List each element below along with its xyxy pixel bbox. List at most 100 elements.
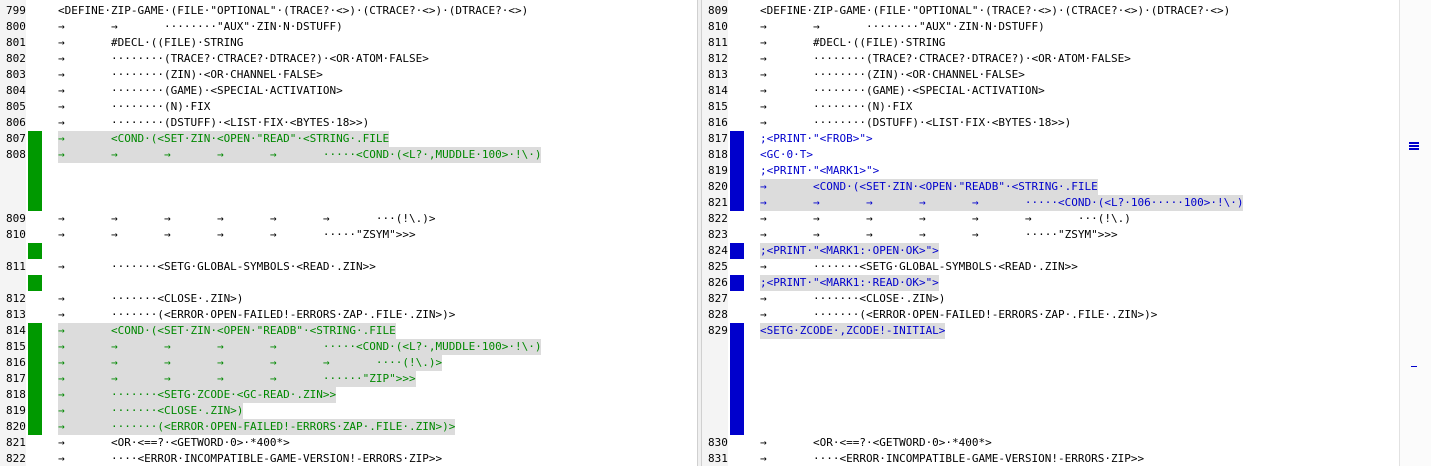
code-text[interactable]: → ········(TRACE?·CTRACE?·DTRACE?)·<OR·A… (760, 51, 1131, 67)
code-text[interactable]: → → → → → ·····"ZSYM">>> (760, 227, 1118, 243)
code-text[interactable]: ;<PRINT·"<FROB>"> (760, 131, 873, 147)
right-code-line[interactable]: 820 → <COND·(<SET·ZIN·<OPEN·"READB"·<STRI… (702, 179, 1399, 195)
code-text[interactable]: → ·······<CLOSE·.ZIN>) (58, 291, 243, 307)
left-code-line[interactable]: 804 → ········(GAME)·<SPECIAL·ACTIVATION> (0, 83, 697, 99)
code-text[interactable]: → ·······(<ERROR·OPEN-FAILED!-ERRORS·ZAP… (760, 307, 1157, 323)
code-text[interactable]: → ·······(<ERROR·OPEN-FAILED!-ERRORS·ZAP… (58, 419, 456, 435)
code-text[interactable]: → ·······(<ERROR·OPEN-FAILED!-ERRORS·ZAP… (58, 307, 455, 323)
code-text[interactable]: → ·······<SETG·ZCODE·<GC-READ·.ZIN>> (58, 387, 337, 403)
code-text[interactable]: → <OR·<==?·<GETWORD·0>·*400*> (760, 435, 992, 451)
right-code-line[interactable]: 823 → → → → → ·····"ZSYM">>> (702, 227, 1399, 243)
code-text[interactable]: → → ········"AUX"·ZIN·N·DSTUFF) (760, 19, 1045, 35)
left-code-line[interactable]: 815 → → → → → ·····<COND·(<L?·,MUDDLE·100… (0, 339, 697, 355)
code-text[interactable]: → → → → → ·····"ZSYM">>> (58, 227, 416, 243)
left-code-line[interactable]: 817 → → → → → ······"ZIP">>> (0, 371, 697, 387)
code-text[interactable]: ;<PRINT·"<MARK1:·READ·OK>"> (760, 275, 939, 291)
right-code-line[interactable]: 816 → ········(DSTUFF)·<LIST·FIX·<BYTES·1… (702, 115, 1399, 131)
left-code-line[interactable]: 822 → ····<ERROR·INCOMPATIBLE-GAME-VERSIO… (0, 451, 697, 466)
right-code-line[interactable]: 830 → <OR·<==?·<GETWORD·0>·*400*> (702, 435, 1399, 451)
right-code-line[interactable]: 814 → ········(GAME)·<SPECIAL·ACTIVATION> (702, 83, 1399, 99)
right-code-line[interactable]: 811 → #DECL·((FILE)·STRING (702, 35, 1399, 51)
code-text[interactable]: → <COND·(<SET·ZIN·<OPEN·"READB"·<STRING·… (760, 179, 1098, 195)
code-text[interactable]: → → → → → ·····<COND·(<L?·106·····100>·!… (760, 195, 1244, 211)
code-text[interactable]: → ·······<CLOSE·.ZIN>) (58, 403, 244, 419)
right-code-line[interactable]: 813 → ········(ZIN)·<OR·CHANNEL·FALSE> (702, 67, 1399, 83)
right-code-line[interactable]: 828 → ·······(<ERROR·OPEN-FAILED!-ERRORS·… (702, 307, 1399, 323)
right-code-line[interactable]: 809 <DEFINE·ZIP-GAME·(FILE·"OPTIONAL"·(TR… (702, 3, 1399, 19)
code-text[interactable]: → → → → → → ···(!\.) (760, 211, 1131, 227)
left-code-line[interactable]: 811 → ·······<SETG·GLOBAL-SYMBOLS·<READ·.… (0, 259, 697, 275)
left-code-line[interactable]: 803 → ········(ZIN)·<OR·CHANNEL·FALSE> (0, 67, 697, 83)
right-code-line[interactable]: 825 → ·······<SETG·GLOBAL-SYMBOLS·<READ·.… (702, 259, 1399, 275)
code-text[interactable]: → ········(TRACE?·CTRACE?·DTRACE?)·<OR·A… (58, 51, 429, 67)
left-code-line[interactable]: 800 → → ········"AUX"·ZIN·N·DSTUFF) (0, 19, 697, 35)
left-code-line[interactable]: 818 → ·······<SETG·ZCODE·<GC-READ·.ZIN>> (0, 387, 697, 403)
code-text[interactable]: → → → → → → ····(!\.)> (58, 355, 443, 371)
right-code-line[interactable]: 831 → ····<ERROR·INCOMPATIBLE-GAME-VERSIO… (702, 451, 1399, 466)
right-code-line[interactable]: 815 → ········(N)·FIX (702, 99, 1399, 115)
right-code-line[interactable]: 812 → ········(TRACE?·CTRACE?·DTRACE?)·<O… (702, 51, 1399, 67)
left-code-line[interactable]: 809 → → → → → → ···(!\.)> (0, 211, 697, 227)
right-code-line[interactable]: 826 ;<PRINT·"<MARK1:·READ·OK>"> (702, 275, 1399, 291)
code-text[interactable]: → <COND·(<SET·ZIN·<OPEN·"READ"·<STRING·.… (58, 131, 390, 147)
code-text[interactable]: → ·······<SETG·GLOBAL-SYMBOLS·<READ·.ZIN… (58, 259, 376, 275)
code-text[interactable]: ;<PRINT·"<MARK1>"> (760, 163, 879, 179)
code-text[interactable]: → ········(GAME)·<SPECIAL·ACTIVATION> (58, 83, 343, 99)
code-text[interactable]: → → → → → → ···(!\.)> (58, 211, 436, 227)
left-code-line[interactable]: 813 → ·······(<ERROR·OPEN-FAILED!-ERRORS·… (0, 307, 697, 323)
left-code-line[interactable]: 814 → <COND·(<SET·ZIN·<OPEN·"READB"·<STRI… (0, 323, 697, 339)
left-code-line[interactable]: 806 → ········(DSTUFF)·<LIST·FIX·<BYTES·1… (0, 115, 697, 131)
code-text[interactable]: → ····<ERROR·INCOMPATIBLE-GAME-VERSION!-… (58, 451, 442, 466)
right-code-line[interactable]: 810 → → ········"AUX"·ZIN·N·DSTUFF) (702, 19, 1399, 35)
left-code-line[interactable]: 812 → ·······<CLOSE·.ZIN>) (0, 291, 697, 307)
code-text[interactable]: → ·······<SETG·GLOBAL-SYMBOLS·<READ·.ZIN… (760, 259, 1078, 275)
code-text[interactable]: → ········(N)·FIX (58, 99, 210, 115)
code-text[interactable]: → → → → → ·····<COND·(<L?·,MUDDLE·100>·!… (58, 339, 542, 355)
code-text[interactable]: → → → → → ·····<COND·(<L?·,MUDDLE·100>·!… (58, 147, 542, 163)
code-text[interactable]: → ········(ZIN)·<OR·CHANNEL·FALSE> (760, 67, 1025, 83)
code-text[interactable]: → ········(DSTUFF)·<LIST·FIX·<BYTES·18>>… (58, 115, 369, 131)
right-diff-pane[interactable]: 809 <DEFINE·ZIP-GAME·(FILE·"OPTIONAL"·(TR… (702, 0, 1399, 466)
code-text[interactable]: <DEFINE·ZIP-GAME·(FILE·"OPTIONAL"·(TRACE… (58, 3, 528, 19)
left-code-line[interactable]: 799 <DEFINE·ZIP-GAME·(FILE·"OPTIONAL"·(TR… (0, 3, 697, 19)
code-text[interactable]: <SETG·ZCODE·,ZCODE!-INITIAL> (760, 323, 946, 339)
code-text[interactable]: → ····<ERROR·INCOMPATIBLE-GAME-VERSION!-… (760, 451, 1144, 466)
code-text[interactable]: → <COND·(<SET·ZIN·<OPEN·"READB"·<STRING·… (58, 323, 396, 339)
overview-change-marker[interactable] (1409, 142, 1419, 144)
left-code-line[interactable]: 801 → #DECL·((FILE)·STRING (0, 35, 697, 51)
code-text[interactable]: → #DECL·((FILE)·STRING (58, 35, 243, 51)
right-code-line[interactable]: 827 → ·······<CLOSE·.ZIN>) (702, 291, 1399, 307)
code-text[interactable]: → ········(N)·FIX (760, 99, 912, 115)
right-code-line[interactable]: 822 → → → → → → ···(!\.) (702, 211, 1399, 227)
left-code-line[interactable]: 802 → ········(TRACE?·CTRACE?·DTRACE?)·<O… (0, 51, 697, 67)
code-text[interactable]: → → ········"AUX"·ZIN·N·DSTUFF) (58, 19, 343, 35)
left-code-line[interactable]: 816 → → → → → → ····(!\.)> (0, 355, 697, 371)
left-code-line[interactable]: 819 → ·······<CLOSE·.ZIN>) (0, 403, 697, 419)
code-text[interactable]: → ········(ZIN)·<OR·CHANNEL·FALSE> (58, 67, 323, 83)
left-code-line[interactable]: 820 → ·······(<ERROR·OPEN-FAILED!-ERRORS·… (0, 419, 697, 435)
left-code-line[interactable]: 807 → <COND·(<SET·ZIN·<OPEN·"READ"·<STRIN… (0, 131, 697, 147)
right-code-line[interactable]: 819 ;<PRINT·"<MARK1>"> (702, 163, 1399, 179)
code-text[interactable]: → #DECL·((FILE)·STRING (760, 35, 945, 51)
code-text[interactable]: → ········(GAME)·<SPECIAL·ACTIVATION> (760, 83, 1045, 99)
overview-change-marker[interactable] (1409, 145, 1419, 147)
code-text[interactable]: → ········(DSTUFF)·<LIST·FIX·<BYTES·18>>… (760, 115, 1071, 131)
right-code-line[interactable]: 829 <SETG·ZCODE·,ZCODE!-INITIAL> (702, 323, 1399, 339)
left-diff-pane[interactable]: 799 <DEFINE·ZIP-GAME·(FILE·"OPTIONAL"·(TR… (0, 0, 697, 466)
left-code-line[interactable]: 810 → → → → → ·····"ZSYM">>> (0, 227, 697, 243)
left-code-line[interactable]: 808 → → → → → ·····<COND·(<L?·,MUDDLE·100… (0, 147, 697, 163)
code-text[interactable]: → ·······<CLOSE·.ZIN>) (760, 291, 945, 307)
code-text[interactable]: <DEFINE·ZIP-GAME·(FILE·"OPTIONAL"·(TRACE… (760, 3, 1230, 19)
right-code-line[interactable]: 817 ;<PRINT·"<FROB>"> (702, 131, 1399, 147)
right-code-line[interactable]: 824 ;<PRINT·"<MARK1:·OPEN·OK>"> (702, 243, 1399, 259)
right-code-line[interactable]: 818 <GC·0·T> (702, 147, 1399, 163)
code-text[interactable]: → → → → → ······"ZIP">>> (58, 371, 416, 387)
code-text[interactable]: <GC·0·T> (760, 147, 813, 163)
diff-overview-scrollbar[interactable] (1399, 0, 1431, 466)
code-text[interactable]: → <OR·<==?·<GETWORD·0>·*400*> (58, 435, 290, 451)
overview-change-marker[interactable] (1411, 366, 1417, 367)
left-code-line[interactable]: 805 → ········(N)·FIX (0, 99, 697, 115)
overview-change-marker[interactable] (1409, 148, 1419, 150)
code-text[interactable]: ;<PRINT·"<MARK1:·OPEN·OK>"> (760, 243, 939, 259)
right-code-line[interactable]: 821 → → → → → ·····<COND·(<L?·106·····100… (702, 195, 1399, 211)
